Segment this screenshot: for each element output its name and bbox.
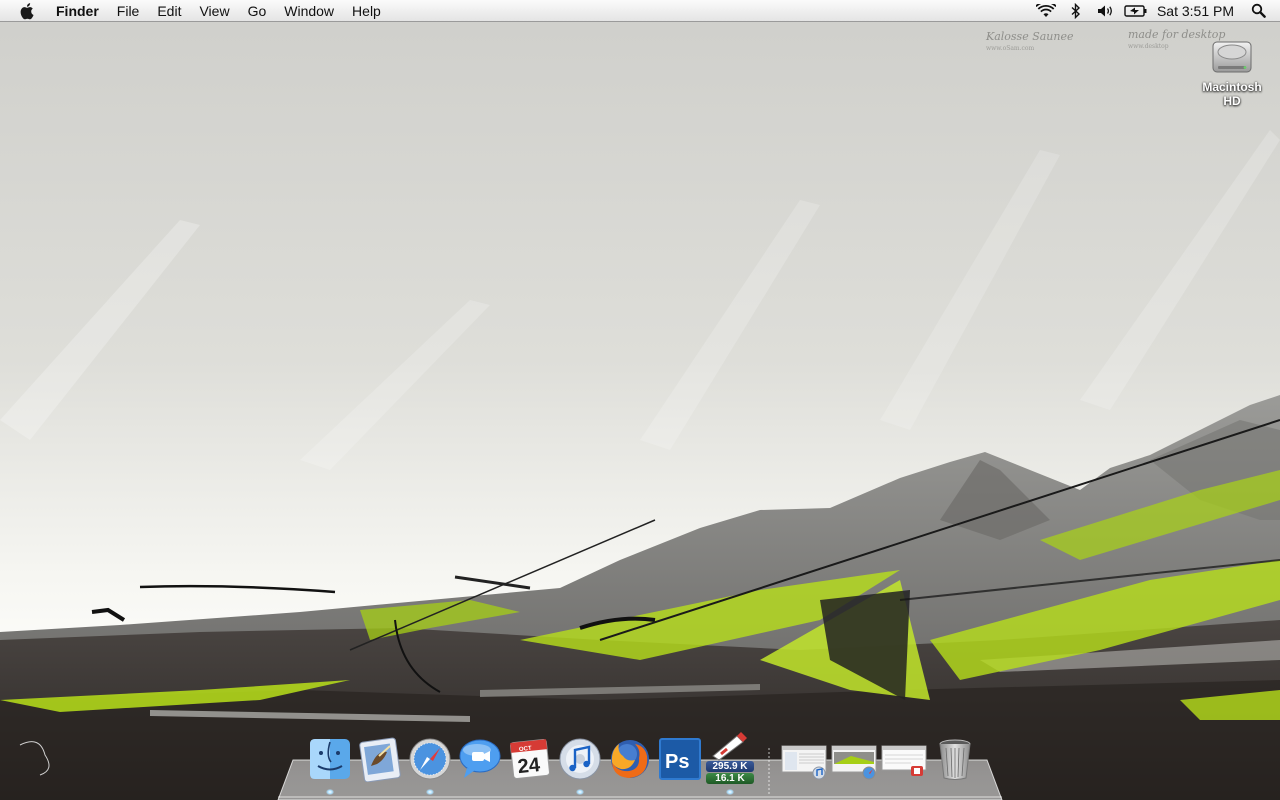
dock-ical[interactable]: OCT 24 xyxy=(507,736,553,782)
wifi-icon[interactable] xyxy=(1034,0,1058,22)
dock-safari[interactable] xyxy=(407,736,453,782)
hard-drive-icon xyxy=(1212,41,1252,73)
menu-bar: Finder File Edit View Go Window Help Sat… xyxy=(0,0,1280,22)
menu-edit[interactable]: Edit xyxy=(148,0,190,22)
battery-icon[interactable] xyxy=(1124,0,1148,22)
network-monitor-icon xyxy=(712,732,747,761)
volume-icon[interactable] xyxy=(1094,0,1118,22)
bluetooth-icon[interactable] xyxy=(1064,0,1088,22)
desktop-icon-macintosh-hd[interactable]: Macintosh HD xyxy=(1196,28,1268,108)
dock-itunes[interactable] xyxy=(557,736,603,782)
apple-logo-icon[interactable] xyxy=(17,0,39,22)
dock-firefox[interactable] xyxy=(607,736,653,782)
dock-ichat[interactable] xyxy=(457,736,503,782)
photoshop-label: Ps xyxy=(665,751,689,773)
desktop-icon-label: Macintosh HD xyxy=(1202,80,1262,108)
minimized-window-itunes-icon xyxy=(781,745,827,780)
menu-extras: Sat 3:51 PM xyxy=(1031,0,1280,22)
spotlight-search-icon[interactable] xyxy=(1246,0,1270,22)
menu-app-name[interactable]: Finder xyxy=(47,0,108,22)
dock-network-monitor[interactable] xyxy=(707,732,753,762)
watermark-subtext: www.oSam.com xyxy=(986,45,1035,52)
dock-mail[interactable] xyxy=(357,736,403,782)
dock-minimized-itunes-window[interactable] xyxy=(781,736,827,782)
safari-icon xyxy=(409,738,451,780)
firefox-icon xyxy=(611,740,649,778)
menu-go[interactable]: Go xyxy=(239,0,276,22)
ichat-icon xyxy=(459,739,501,778)
itunes-icon xyxy=(559,738,601,780)
menu-help[interactable]: Help xyxy=(343,0,390,22)
dock-minimized-document-window[interactable] xyxy=(881,736,927,782)
desktop-wallpaper xyxy=(0,0,1280,800)
dock-minimized-safari-window[interactable] xyxy=(831,736,877,782)
photoshop-icon: Ps xyxy=(659,738,701,780)
trash-icon xyxy=(939,739,971,780)
dock-finder[interactable] xyxy=(307,736,353,782)
dock-trash[interactable] xyxy=(932,736,978,782)
mail-icon xyxy=(359,737,401,782)
finder-icon xyxy=(310,739,350,779)
dock-photoshop[interactable]: Ps xyxy=(657,736,703,782)
minimized-window-document-icon xyxy=(881,745,927,776)
minimized-window-safari-icon xyxy=(831,745,877,780)
wallpaper-watermark-signature: Kalosse Saunee www.oSam.com xyxy=(986,30,1074,52)
menu-view[interactable]: View xyxy=(190,0,238,22)
ical-icon: OCT 24 xyxy=(510,739,550,779)
menu-window[interactable]: Window xyxy=(275,0,343,22)
menu-clock[interactable]: Sat 3:51 PM xyxy=(1151,0,1243,22)
watermark-text: Kalosse Saunee xyxy=(986,30,1074,43)
menu-file[interactable]: File xyxy=(108,0,149,22)
ical-day: 24 xyxy=(517,754,542,778)
